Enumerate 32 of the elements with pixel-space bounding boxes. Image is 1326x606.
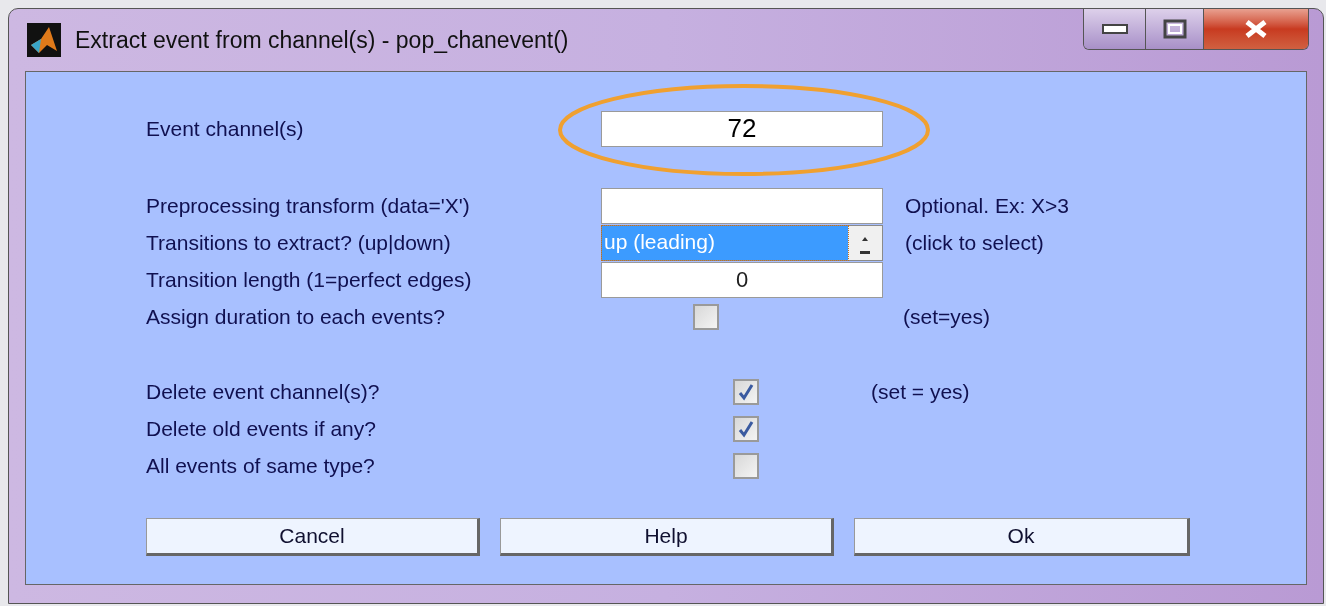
field-note: (click to select) [905,229,1044,256]
text-field[interactable]: 72 [601,110,883,147]
field-note: (set = yes) [871,378,970,405]
close-button[interactable] [1204,9,1308,49]
field-label: Delete event channel(s)? [146,378,381,405]
checkmark-icon [738,419,754,438]
text-field[interactable] [601,187,883,224]
checkbox[interactable] [733,378,759,405]
minimize-button[interactable] [1084,9,1146,49]
field-label: Preprocessing transform (data='X') [146,192,471,219]
field-label: Delete old events if any? [146,415,377,442]
field-label: Event channel(s) [146,115,305,142]
text-field[interactable]: 0 [601,261,883,298]
app-logo-icon [27,23,61,57]
close-icon [1243,19,1269,39]
maximize-button[interactable] [1146,9,1204,49]
field-label: All events of same type? [146,452,376,479]
field-note: (set=yes) [903,303,990,330]
field-label: Transitions to extract? (up|down) [146,229,452,256]
dialog-button[interactable]: Help [500,518,834,556]
checkbox[interactable] [693,303,719,330]
window-title: Extract event from channel(s) - pop_chanevent() [75,25,569,55]
field-note: Optional. Ex: X>3 [905,192,1069,219]
field-label: Transition length (1=perfect edges) [146,266,473,293]
checkbox[interactable] [733,452,759,479]
dialog-button[interactable]: Cancel [146,518,480,556]
checkbox[interactable] [733,415,759,442]
maximize-icon [1162,19,1187,39]
field-label: Assign duration to each events? [146,303,446,330]
dialog-button[interactable]: Ok [854,518,1190,556]
checkmark-icon [738,382,754,401]
minimize-icon [1101,24,1128,34]
